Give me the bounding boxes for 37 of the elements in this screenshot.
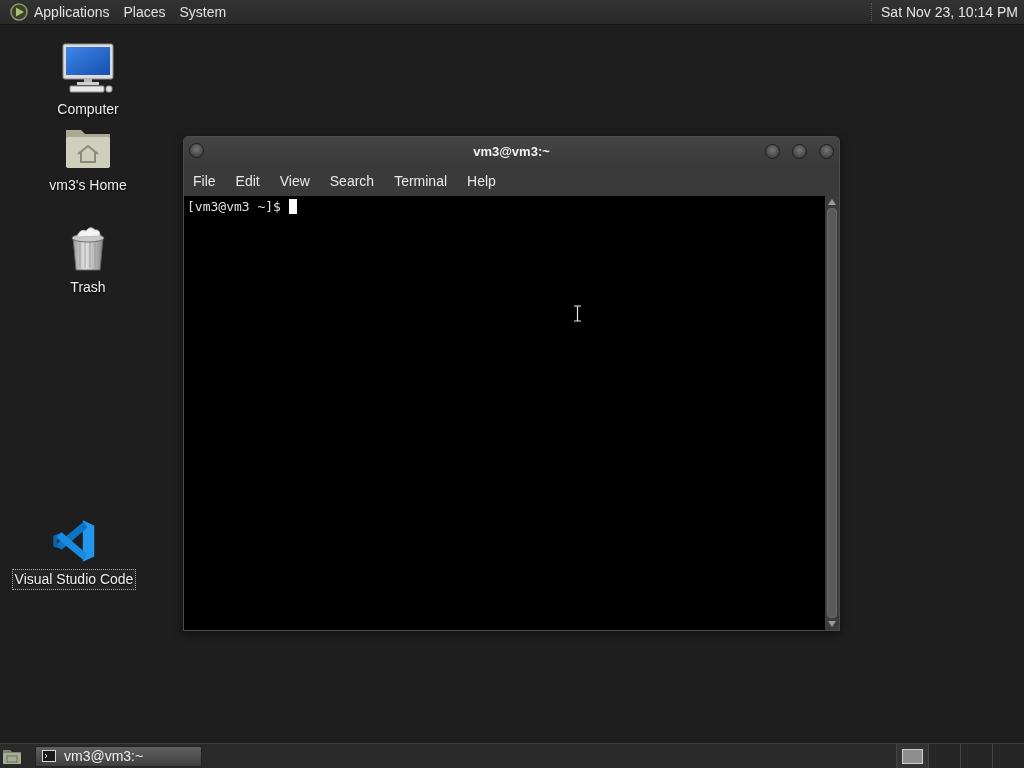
- shortcut-label[interactable]: Trash: [67, 277, 109, 298]
- show-desktop-icon[interactable]: [2, 747, 22, 765]
- maximize-button[interactable]: [792, 144, 807, 159]
- workspace-button[interactable]: [896, 744, 928, 768]
- terminal-icon: [42, 750, 56, 762]
- scroll-down-icon[interactable]: [828, 621, 836, 627]
- close-button[interactable]: [819, 144, 834, 159]
- scrollbar[interactable]: [825, 196, 839, 630]
- menu-item[interactable]: Help: [457, 169, 506, 193]
- minimize-button[interactable]: [765, 144, 780, 159]
- computer-monitor-icon[interactable]: [62, 43, 114, 93]
- launcher-logo-icon[interactable]: [10, 3, 28, 21]
- scroll-up-icon[interactable]: [828, 199, 836, 205]
- taskbar-window-button[interactable]: vm3@vm3:~: [35, 745, 202, 767]
- scrollbar-thumb[interactable]: [827, 208, 837, 618]
- menu-item[interactable]: View: [269, 169, 320, 193]
- vscode-logo-icon[interactable]: [52, 519, 96, 563]
- panel-menu[interactable]: Places: [121, 2, 172, 22]
- menu-item[interactable]: File: [184, 169, 226, 193]
- menu-item[interactable]: Search: [319, 169, 385, 193]
- i-beam-pointer-icon: [573, 305, 582, 322]
- panel-menu[interactable]: System: [177, 2, 233, 22]
- menu-item[interactable]: Edit: [225, 169, 270, 193]
- home-folder-icon[interactable]: [65, 127, 111, 169]
- panel-menu[interactable]: Applications: [32, 2, 116, 22]
- title-bar[interactable]: vm3@vm3:~: [184, 137, 839, 166]
- shortcut-label[interactable]: vm3's Home: [46, 175, 130, 196]
- shortcut-label[interactable]: Computer: [54, 99, 122, 120]
- window-menu-button[interactable]: [189, 143, 204, 158]
- shell-prompt: [vm3@vm3 ~]$: [187, 199, 281, 214]
- shortcut-label[interactable]: Visual Studio Code: [11, 569, 137, 590]
- terminal-screen[interactable]: [vm3@vm3 ~]$: [184, 196, 825, 630]
- window-thumbnail-icon: [902, 748, 923, 764]
- clock[interactable]: Sat Nov 23, 10:14 PM: [881, 4, 1020, 20]
- menu-item[interactable]: Terminal: [384, 169, 458, 193]
- block-cursor-icon: [288, 199, 297, 214]
- window-title: vm3@vm3:~: [473, 144, 550, 159]
